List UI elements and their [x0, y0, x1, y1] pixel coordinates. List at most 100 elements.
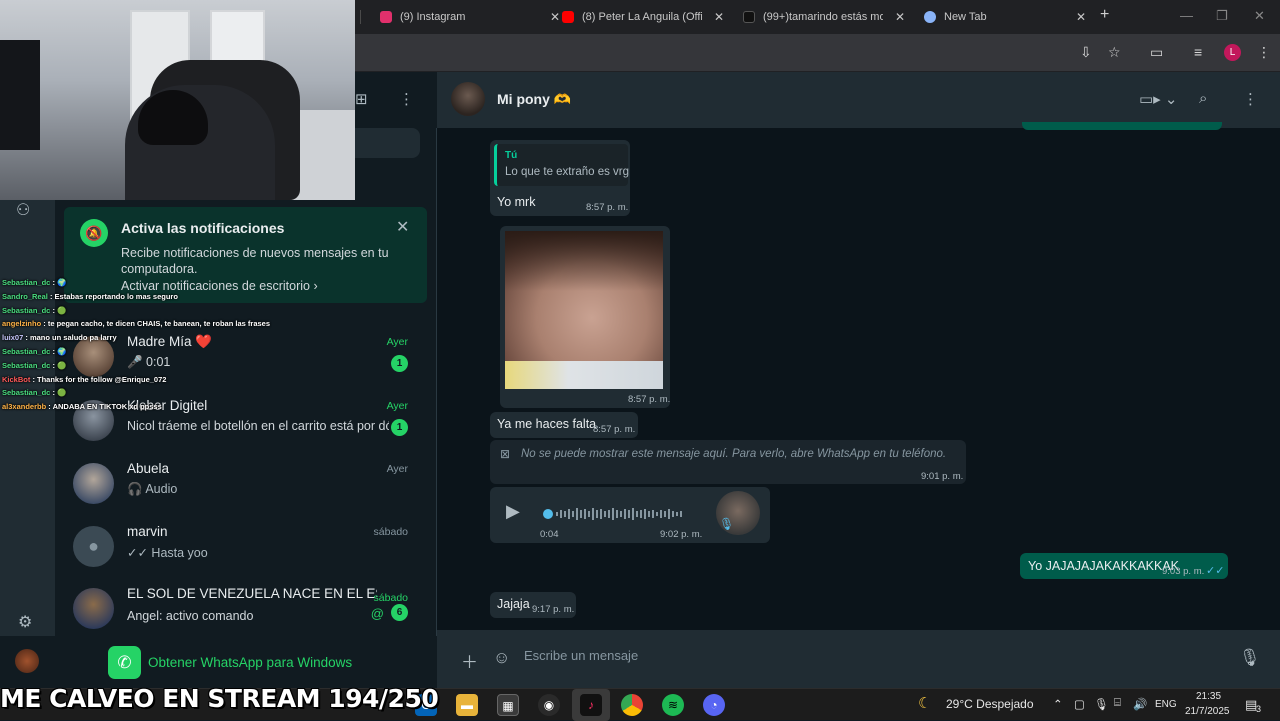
- tab-instagram[interactable]: (9) Instagram ✕: [370, 4, 570, 30]
- communities-icon[interactable]: ⚇: [16, 200, 30, 220]
- get-whatsapp-link[interactable]: Obtener WhatsApp para Windows: [148, 655, 352, 670]
- network-icon[interactable]: ⌸: [1114, 697, 1121, 710]
- tray-chevron-icon[interactable]: ⌃: [1053, 697, 1063, 711]
- maximize-icon[interactable]: ❐: [1216, 8, 1228, 24]
- chat-item-el-sol-de-venezuela[interactable]: EL SOL DE VENEZUELA NACE EN EL ESE... sá…: [55, 580, 430, 643]
- chat-time: Ayer: [386, 463, 408, 475]
- chat-user: Sandro_Real: [2, 291, 48, 301]
- message-bubble-unsupported[interactable]: ⊠ No se puede mostrar este mensaje aquí.…: [490, 440, 966, 484]
- chat-msg: : ANDABA EN TIKTOK xd ppsss: [48, 402, 162, 412]
- chat-user: al3xanderbb: [2, 402, 47, 412]
- get-whatsapp-banner[interactable]: ✆ Obtener WhatsApp para Windows: [55, 636, 437, 688]
- default-avatar-icon: ●: [73, 526, 114, 567]
- message-text: Yo JAJAJAJAKAKKAKKAK: [1028, 559, 1180, 573]
- spotify-icon[interactable]: ≋: [662, 694, 684, 716]
- menu-icon[interactable]: ⋮: [399, 90, 414, 108]
- message-input[interactable]: Escribe un mensaje: [524, 648, 638, 663]
- message-bubble-incoming[interactable]: Ya me haces falta 8:57 p. m.: [490, 412, 638, 438]
- bookmark-star-icon[interactable]: ☆: [1108, 44, 1121, 61]
- message-text: No se puede mostrar este mensaje aquí. P…: [521, 448, 947, 460]
- chat-msg: : 🌍: [52, 346, 67, 356]
- chat-user: luix07: [2, 333, 24, 343]
- quote-text: Lo que te extraño es vrg: [505, 166, 630, 178]
- profile-avatar[interactable]: L: [1224, 44, 1241, 61]
- chat-msg: : mano un saludo pa larry: [25, 333, 117, 343]
- discord-icon[interactable]: ◔: [703, 694, 725, 716]
- menu-icon[interactable]: ⋮: [1243, 90, 1258, 108]
- media-controls-icon[interactable]: ≡: [1194, 44, 1202, 60]
- language-indicator[interactable]: ENG: [1155, 699, 1177, 710]
- new-tab-button[interactable]: +: [1100, 6, 1109, 24]
- unread-badge: 1: [391, 355, 408, 372]
- minimize-icon[interactable]: —: [1180, 8, 1193, 23]
- voice-message-bubble[interactable]: ▶ 0:04 9:02 p. m. 🎙: [490, 487, 770, 543]
- chat-user: angelzinho: [2, 319, 42, 329]
- microphone-icon[interactable]: 🎙: [1239, 648, 1261, 668]
- tab-youtube[interactable]: (8) Peter La Anguila (Officia ✕: [552, 4, 734, 30]
- stream-chat-line: luix07 : mano un saludo pa larry: [2, 331, 332, 345]
- emoji-icon[interactable]: ☺: [493, 648, 510, 668]
- attach-plus-icon[interactable]: ＋: [461, 648, 478, 673]
- window-close-icon[interactable]: ✕: [1254, 8, 1265, 24]
- bell-off-icon: 🔕: [80, 219, 108, 247]
- tray-app-icon[interactable]: ▢: [1074, 697, 1085, 711]
- message-time: 9:01 p. m.: [921, 471, 964, 482]
- contact-name[interactable]: Mi pony 🫶: [497, 91, 571, 108]
- contact-avatar[interactable]: [451, 82, 485, 116]
- chat-msg: : 🟢: [52, 388, 67, 398]
- message-time: 8:57 p. m.: [586, 202, 629, 213]
- clock-date[interactable]: 21/7/2025: [1185, 706, 1230, 717]
- instagram-icon: [380, 11, 392, 23]
- chrome-icon[interactable]: [621, 694, 643, 716]
- conversation-header[interactable]: Mi pony 🫶 ▭▸ ⌄ ⌕ ⋮: [437, 72, 1280, 128]
- photo-attachment[interactable]: [505, 231, 663, 389]
- stream-chat-line: Sebastian_dc : 🌍: [2, 276, 332, 290]
- store-icon[interactable]: ▦: [497, 694, 519, 716]
- search-input[interactable]: [355, 128, 420, 158]
- close-icon[interactable]: ✕: [895, 10, 905, 24]
- audio-waveform[interactable]: [542, 507, 694, 521]
- tiktok-icon[interactable]: ♪: [580, 694, 602, 716]
- obs-icon[interactable]: ◉: [538, 694, 560, 716]
- notification-title: Activa las notificaciones: [121, 220, 285, 236]
- read-receipt-icon: ✓✓: [1206, 565, 1225, 577]
- new-chat-icon[interactable]: ⊞: [355, 90, 368, 108]
- tab-new-tab[interactable]: New Tab ✕: [914, 4, 1096, 30]
- tab-tiktok[interactable]: (99+)tamarindo estás modo ✕: [733, 4, 915, 30]
- chat-preview: Nicol tráeme el botellón en el carrito e…: [127, 419, 389, 433]
- settings-gear-icon[interactable]: ⚙: [18, 612, 32, 632]
- microphone-icon[interactable]: 🎙: [1094, 697, 1109, 711]
- message-bubble-incoming[interactable]: Jajaja 9:17 p. m.: [490, 592, 576, 618]
- chat-name: marvin: [127, 524, 168, 539]
- message-bubble-outgoing[interactable]: Yo JAJAJAJAKAKKAKKAK 9:03 p. m. ✓✓: [1020, 553, 1228, 579]
- stream-chat-line: KickBot : Thanks for the follow @Enrique…: [2, 373, 332, 387]
- file-explorer-icon[interactable]: ▬: [456, 694, 478, 716]
- weather-text[interactable]: 29°C Despejado: [946, 697, 1034, 711]
- chat-preview: 🎧 Audio: [127, 482, 178, 496]
- chat-item-abuela[interactable]: Abuela Ayer 🎧 Audio: [55, 455, 430, 518]
- close-icon[interactable]: ✕: [1076, 10, 1086, 24]
- play-icon[interactable]: ▶: [506, 501, 520, 522]
- notification-count: 3: [1256, 704, 1262, 714]
- user-avatar[interactable]: [15, 649, 39, 673]
- side-panel-icon[interactable]: ▭: [1150, 44, 1163, 61]
- message-time: 8:57 p. m.: [593, 424, 636, 435]
- tab-label: (9) Instagram: [400, 11, 466, 23]
- close-icon[interactable]: ✕: [714, 10, 724, 24]
- quoted-message[interactable]: Tú Lo que te extraño es vrg: [494, 144, 630, 186]
- install-app-icon[interactable]: ⇩: [1080, 44, 1092, 61]
- browser-menu-icon[interactable]: ⋮: [1257, 44, 1271, 61]
- clock-time[interactable]: 21:35: [1196, 691, 1221, 702]
- chat-time: Ayer: [386, 336, 408, 348]
- search-icon[interactable]: ⌕: [1199, 90, 1207, 107]
- message-bubble-incoming[interactable]: Tú Lo que te extraño es vrg Yo mrk 8:57 …: [490, 140, 630, 216]
- chat-item-marvin[interactable]: ● marvin sábado ✓✓ Hasta yoo: [55, 518, 430, 581]
- stream-chat-line: angelzinho : te pegan cacho, te dicen CH…: [2, 317, 332, 331]
- video-call-icon[interactable]: ▭▸ ⌄: [1139, 90, 1177, 108]
- close-icon[interactable]: ✕: [396, 217, 409, 237]
- volume-icon[interactable]: 🔊: [1133, 697, 1147, 711]
- chat-preview: ✓✓ Hasta yoo: [127, 546, 208, 560]
- message-composer: ＋ ☺ Escribe un mensaje 🎙: [437, 630, 1280, 688]
- weather-moon-icon[interactable]: ☾: [918, 694, 931, 712]
- unread-badge: 1: [391, 419, 408, 436]
